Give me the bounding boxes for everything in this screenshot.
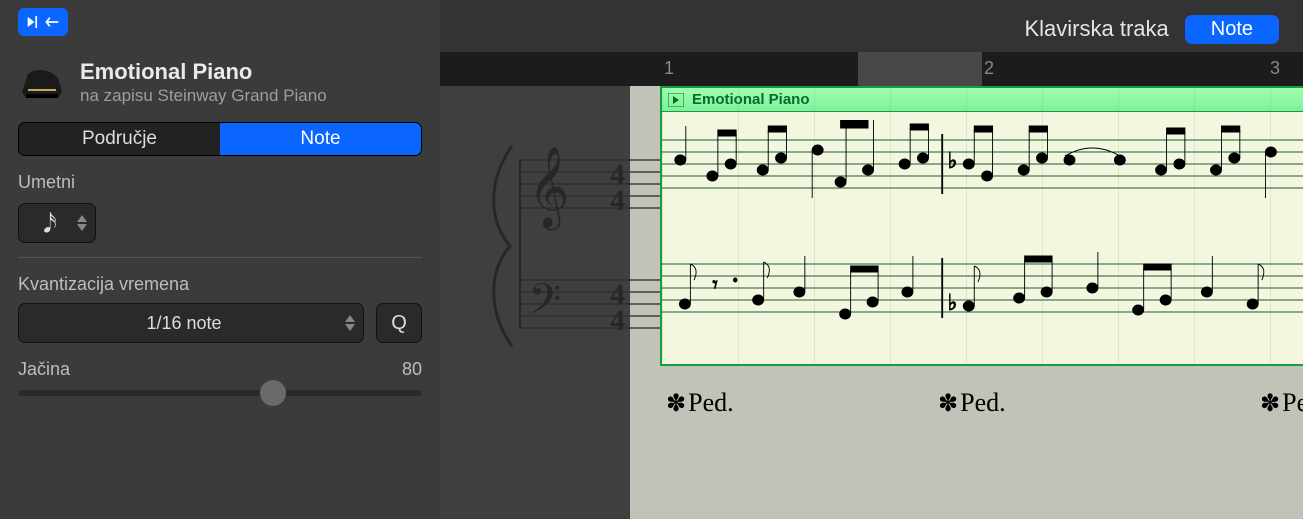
tab-region[interactable]: Područje bbox=[19, 123, 220, 155]
quantize-value: 1/16 note bbox=[146, 313, 221, 334]
velocity-slider-knob[interactable] bbox=[260, 380, 286, 406]
quantize-apply-button[interactable]: Q bbox=[376, 303, 422, 343]
track-name: Emotional Piano bbox=[80, 60, 327, 84]
inspector-mode-tabs: Područje Note bbox=[18, 122, 422, 156]
bass-notes: 𝄾 ♭ bbox=[662, 244, 1303, 334]
track-header: Emotional Piano na zapisu Steinway Grand… bbox=[18, 60, 422, 106]
midi-region[interactable]: Emotional Piano bbox=[660, 86, 1303, 366]
insert-section: Umetni 𝅘𝅥𝅯 bbox=[18, 172, 422, 243]
svg-text:♭: ♭ bbox=[948, 290, 958, 315]
pedal-mark: Ped. bbox=[938, 388, 1006, 418]
ruler-selection[interactable] bbox=[858, 52, 982, 86]
stepper-icon bbox=[345, 315, 357, 331]
track-subtitle: na zapisu Steinway Grand Piano bbox=[80, 86, 327, 106]
velocity-section: Jačina 80 bbox=[18, 359, 422, 396]
quantize-label: Kvantizacija vremena bbox=[18, 274, 422, 295]
quantize-section: Kvantizacija vremena 1/16 note Q bbox=[18, 274, 422, 343]
catch-playhead-icon bbox=[26, 13, 60, 31]
ruler-tick: 2 bbox=[984, 58, 994, 79]
velocity-label: Jačina bbox=[18, 359, 70, 380]
score-workspace: Klavirska traka Note 1 2 3 bbox=[440, 0, 1303, 519]
track-header-text: Emotional Piano na zapisu Steinway Grand… bbox=[80, 60, 327, 106]
pedal-mark: Ped. bbox=[666, 388, 734, 418]
overlap-shadow bbox=[440, 52, 630, 519]
catch-playhead-button[interactable] bbox=[18, 8, 68, 36]
piano-icon bbox=[18, 60, 66, 102]
view-label-piano-roll[interactable]: Klavirska traka bbox=[1024, 16, 1168, 42]
ruler-tick: 3 bbox=[1270, 58, 1280, 79]
pedal-mark: Ped. bbox=[1260, 388, 1303, 418]
insert-label: Umetni bbox=[18, 172, 422, 193]
inspector-panel: Emotional Piano na zapisu Steinway Grand… bbox=[0, 0, 440, 519]
velocity-value: 80 bbox=[402, 359, 422, 380]
quantize-select[interactable]: 1/16 note bbox=[18, 303, 364, 343]
svg-text:𝄾: 𝄾 bbox=[712, 272, 717, 297]
tab-notes[interactable]: Note bbox=[220, 123, 421, 155]
bar-ruler[interactable]: 1 2 3 bbox=[440, 52, 1303, 86]
svg-text:♭: ♭ bbox=[948, 148, 958, 173]
ruler-tick: 1 bbox=[664, 58, 674, 79]
view-switch-bar: Klavirska traka Note bbox=[440, 0, 1303, 52]
insert-note-value-select[interactable]: 𝅘𝅥𝅯 bbox=[18, 203, 96, 243]
divider bbox=[18, 257, 422, 258]
treble-notes: ♭ bbox=[662, 120, 1303, 210]
view-pill-score[interactable]: Note bbox=[1185, 15, 1279, 44]
sixteenth-note-icon: 𝅘𝅥𝅯 bbox=[43, 210, 57, 236]
velocity-slider[interactable] bbox=[18, 390, 422, 396]
stepper-icon bbox=[77, 215, 89, 231]
